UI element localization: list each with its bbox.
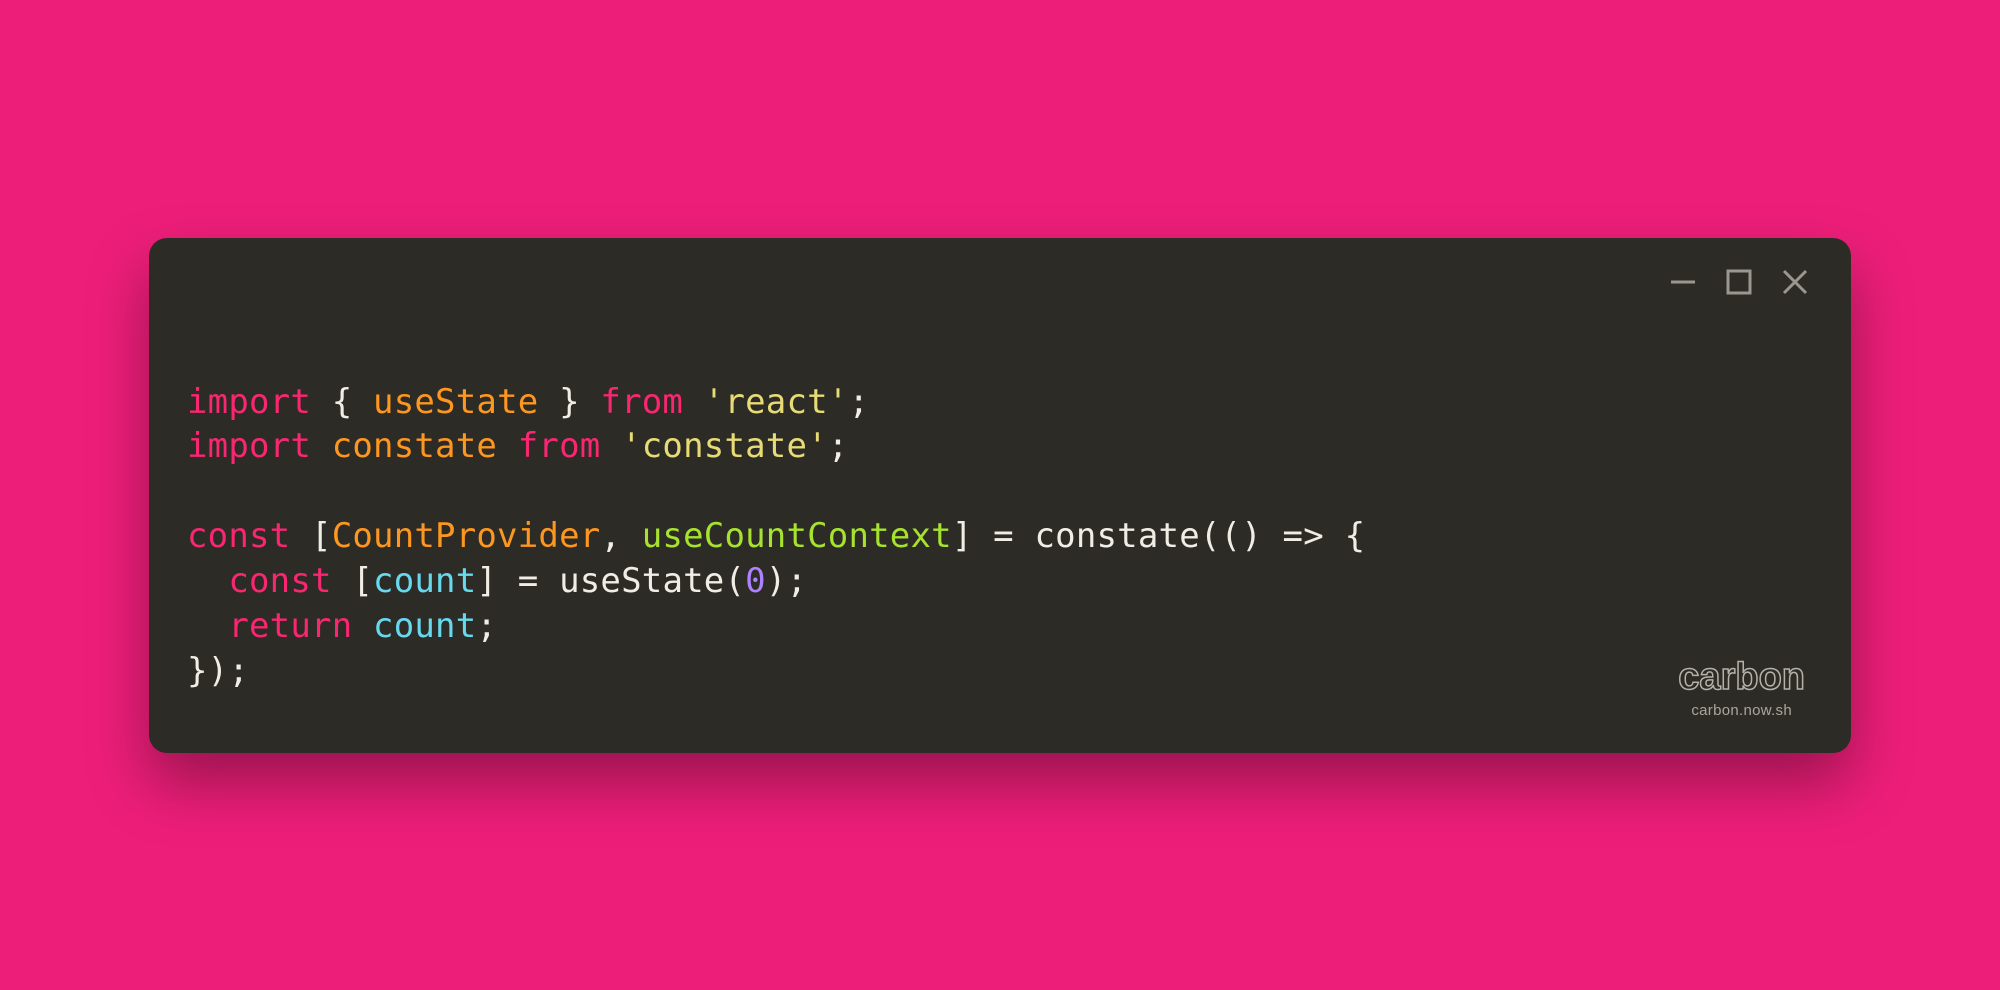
- code-token: [538, 382, 559, 422]
- code-token: ]: [476, 561, 497, 601]
- code-token: useState: [373, 382, 538, 422]
- code-token: [600, 426, 621, 466]
- code-token: 0: [745, 561, 766, 601]
- code-token: ]: [952, 516, 973, 556]
- close-icon[interactable]: [1779, 266, 1811, 298]
- code-token: [497, 561, 518, 601]
- code-token: import: [187, 426, 311, 466]
- code-block: import { useState } from 'react'; import…: [187, 380, 1813, 694]
- code-window: import { useState } from 'react'; import…: [149, 238, 1851, 753]
- code-token: =: [993, 516, 1014, 556]
- code-token: {: [1345, 516, 1366, 556]
- code-token: [187, 561, 228, 601]
- code-token: [352, 382, 373, 422]
- code-token: ;: [848, 382, 869, 422]
- code-token: ;: [786, 561, 807, 601]
- carbon-url: carbon.now.sh: [1678, 702, 1805, 719]
- code-token: return: [228, 606, 352, 646]
- code-token: {: [332, 382, 353, 422]
- code-token: [1262, 516, 1283, 556]
- code-token: ;: [828, 426, 849, 466]
- code-token: [683, 382, 704, 422]
- minimize-icon[interactable]: [1667, 266, 1699, 298]
- maximize-icon[interactable]: [1723, 266, 1755, 298]
- code-token: [311, 426, 332, 466]
- code-token: [352, 606, 373, 646]
- code-token: [290, 516, 311, 556]
- code-token: [580, 382, 601, 422]
- code-token: ;: [476, 606, 497, 646]
- code-token: [187, 606, 228, 646]
- code-token: const: [187, 516, 290, 556]
- code-token: (: [724, 561, 745, 601]
- code-token: [972, 516, 993, 556]
- code-token: }: [559, 382, 580, 422]
- code-token: CountProvider: [332, 516, 601, 556]
- code-token: 'constate': [621, 426, 828, 466]
- carbon-branding: carbon carbon.now.sh: [1678, 658, 1805, 719]
- code-token: ,: [600, 516, 621, 556]
- code-token: count: [373, 606, 476, 646]
- code-token: [621, 516, 642, 556]
- code-token: constate: [332, 426, 497, 466]
- code-token: [1014, 516, 1035, 556]
- code-token: [1324, 516, 1345, 556]
- code-token: ): [766, 561, 787, 601]
- code-token: [332, 561, 353, 601]
- code-token: ((): [1200, 516, 1262, 556]
- code-token: from: [518, 426, 601, 466]
- code-token: useCountContext: [642, 516, 952, 556]
- code-token: import: [187, 382, 311, 422]
- code-token: [311, 382, 332, 422]
- code-token: [: [311, 516, 332, 556]
- code-token: from: [600, 382, 683, 422]
- code-token: =>: [1283, 516, 1324, 556]
- code-token: constate: [1035, 516, 1200, 556]
- code-token: =: [518, 561, 539, 601]
- code-token: [497, 426, 518, 466]
- carbon-logo: carbon: [1678, 658, 1805, 696]
- code-token: 'react': [704, 382, 849, 422]
- code-token: });: [187, 651, 249, 691]
- code-token: [: [352, 561, 373, 601]
- code-token: const: [228, 561, 331, 601]
- code-token: count: [373, 561, 476, 601]
- window-controls: [1667, 266, 1811, 298]
- code-token: [538, 561, 559, 601]
- code-token: useState: [559, 561, 724, 601]
